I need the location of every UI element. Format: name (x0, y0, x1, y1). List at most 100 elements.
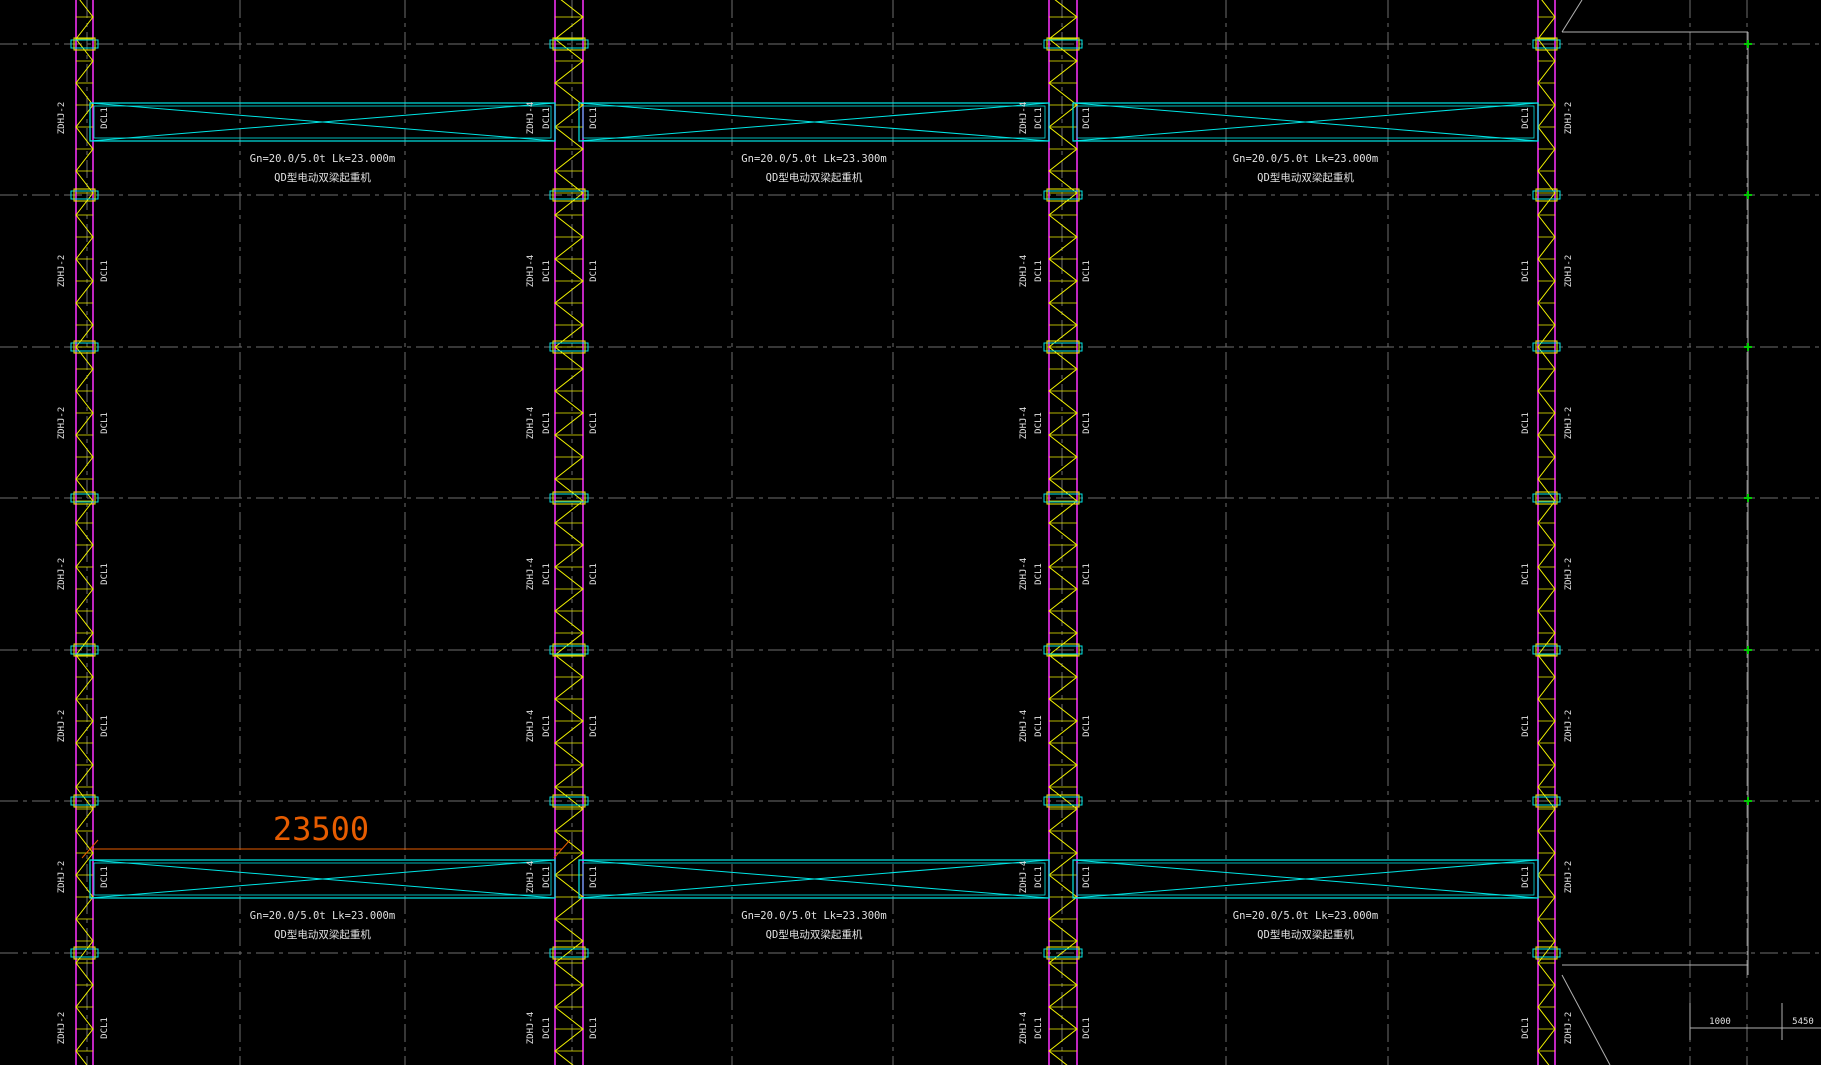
crane-column-label: DCL1 (1082, 563, 1092, 585)
crane-column-label: DCL1 (100, 260, 110, 282)
column-type-label: ZDHJ-4 (1019, 407, 1029, 440)
column-type-label: ZDHJ-4 (1019, 558, 1029, 591)
crane-column-label: DCL1 (589, 260, 599, 282)
crane-column-label: DCL1 (542, 107, 552, 129)
crane-column-label: DCL1 (100, 412, 110, 434)
building-edge-lines (1561, 0, 1752, 1065)
crane-name-label: QD型电动双梁起重机 (1257, 171, 1354, 184)
edge-diagonal-top (1561, 0, 1583, 33)
crane-unit: Gn=20.0/5.0t Lk=23.300m QD型电动双梁起重机 (578, 102, 1050, 184)
crane-column-label: DCL1 (100, 715, 110, 737)
column-label-group: ZDHJ-2 DCL1 ZDHJ-4 DCL1 DCL1 ZDHJ-4 DCL1 DCL1 DC… (57, 102, 1574, 1045)
crane-name-label: QD型电动双梁起重机 (1257, 928, 1354, 941)
crane-column-label: DCL1 (1034, 1017, 1044, 1039)
truss-web (1048, 0, 1078, 1065)
cad-drawing-canvas[interactable]: Gn=20.0/5.0t Lk=23.000mQD型电动双梁起重机Gn=20.0… (0, 0, 1821, 1065)
truss-column (1043, 0, 1083, 1065)
column-type-label: ZDHJ-2 (1564, 558, 1574, 591)
crane-column-label: DCL1 (1521, 107, 1531, 129)
column-type-label: ZDHJ-2 (1564, 102, 1574, 135)
column-type-label: ZDHJ-2 (1564, 1012, 1574, 1045)
truss-web (554, 0, 584, 1065)
crane-column-label: DCL1 (542, 563, 552, 585)
bottom-right-dim-1: 1000 (1709, 1017, 1731, 1027)
crane-column-label: DCL1 (542, 1017, 552, 1039)
bottom-right-dim-2: 5450 (1792, 1017, 1814, 1027)
crane-column-label: DCL1 (1034, 412, 1044, 434)
column-type-label: ZDHJ-2 (57, 102, 67, 135)
truss-column (549, 0, 589, 1065)
dimension-text: 23500 (273, 810, 369, 848)
crane-column-label: DCL1 (1034, 260, 1044, 282)
crane-column-label: DCL1 (1521, 412, 1531, 434)
column-type-label: ZDHJ-4 (1019, 861, 1029, 894)
column-type-label: ZDHJ-2 (57, 861, 67, 894)
crane-name-label: QD型电动双梁起重机 (766, 928, 863, 941)
crane-column-label: DCL1 (1521, 1017, 1531, 1039)
crane-column-label: DCL1 (589, 715, 599, 737)
crane-unit: Gn=20.0/5.0t Lk=23.000m QD型电动双梁起重机 (1072, 859, 1539, 941)
bottom-right-dimension: 1000 5450 (1689, 1003, 1821, 1040)
column-type-label: ZDHJ-2 (1564, 255, 1574, 288)
crane-name-label: QD型电动双梁起重机 (274, 171, 371, 184)
truss-column (1532, 0, 1561, 1065)
crane-column-label: DCL1 (589, 412, 599, 434)
truss-column (70, 0, 99, 1065)
crane-column-label: DCL1 (1082, 866, 1092, 888)
crane-column-label: DCL1 (1521, 715, 1531, 737)
column-type-label: ZDHJ-4 (1019, 1012, 1029, 1045)
crane-column-label: DCL1 (1521, 563, 1531, 585)
crane-spec-label: Gn=20.0/5.0t Lk=23.000m (1233, 910, 1378, 922)
crane-column-label: DCL1 (542, 412, 552, 434)
column-type-label: ZDHJ-2 (57, 558, 67, 591)
crane-unit: Gn=20.0/5.0t Lk=23.000m QD型电动双梁起重机 (89, 859, 556, 941)
column-type-label: ZDHJ-4 (526, 558, 536, 591)
crane-unit: Gn=20.0/5.0t Lk=23.000m QD型电动双梁起重机 (89, 102, 556, 184)
crane-column-label: DCL1 (1082, 715, 1092, 737)
crane-column-label: DCL1 (1082, 107, 1092, 129)
column-type-label: ZDHJ-4 (526, 407, 536, 440)
column-type-label: ZDHJ-2 (57, 255, 67, 288)
crane-spec-label: Gn=20.0/5.0t Lk=23.000m (250, 153, 395, 165)
truss-web (1537, 0, 1556, 1065)
crane-spec-label: Gn=20.0/5.0t Lk=23.300m (741, 153, 886, 165)
crane-spec-label: Gn=20.0/5.0t Lk=23.300m (741, 910, 886, 922)
column-type-label: ZDHJ-4 (1019, 255, 1029, 288)
column-type-label: ZDHJ-2 (57, 710, 67, 743)
crane-column-label: DCL1 (100, 866, 110, 888)
crane-column-label: DCL1 (1082, 260, 1092, 282)
column-type-label: ZDHJ-2 (57, 407, 67, 440)
crane-column-label: DCL1 (1521, 866, 1531, 888)
crane-column-label: DCL1 (1034, 715, 1044, 737)
crane-spec-label: Gn=20.0/5.0t Lk=23.000m (1233, 153, 1378, 165)
crane-column-label: DCL1 (1034, 866, 1044, 888)
crane-column-label: DCL1 (589, 563, 599, 585)
column-type-label: ZDHJ-2 (57, 1012, 67, 1045)
crane-column-label: DCL1 (589, 1017, 599, 1039)
crane-unit: Gn=20.0/5.0t Lk=23.300m QD型电动双梁起重机 (578, 859, 1050, 941)
crane-column-label: DCL1 (100, 1017, 110, 1039)
crane-name-label: QD型电动双梁起重机 (274, 928, 371, 941)
column-type-label: ZDHJ-2 (1564, 861, 1574, 894)
crane-column-label: DCL1 (100, 107, 110, 129)
dimension-annotation: 23500 (81, 810, 571, 859)
column-type-label: ZDHJ-4 (526, 255, 536, 288)
crane-spec-label: Gn=20.0/5.0t Lk=23.000m (250, 910, 395, 922)
crane-column-label: DCL1 (1034, 563, 1044, 585)
column-type-label: ZDHJ-4 (1019, 102, 1029, 135)
crane-name-label: QD型电动双梁起重机 (766, 171, 863, 184)
crane-column-label: DCL1 (589, 107, 599, 129)
column-type-label: ZDHJ-2 (1564, 407, 1574, 440)
crane-column-label: DCL1 (1082, 412, 1092, 434)
crane-column-label: DCL1 (542, 260, 552, 282)
crane-column-label: DCL1 (1034, 107, 1044, 129)
column-type-label: ZDHJ-4 (526, 102, 536, 135)
crane-column-label: DCL1 (589, 866, 599, 888)
column-type-label: ZDHJ-4 (526, 1012, 536, 1045)
crane-unit: Gn=20.0/5.0t Lk=23.000m QD型电动双梁起重机 (1072, 102, 1539, 184)
truss-web (75, 0, 94, 1065)
crane-column-label: DCL1 (542, 715, 552, 737)
column-type-label: ZDHJ-2 (1564, 710, 1574, 743)
crane-column-label: DCL1 (1082, 1017, 1092, 1039)
crane-column-label: DCL1 (1521, 260, 1531, 282)
